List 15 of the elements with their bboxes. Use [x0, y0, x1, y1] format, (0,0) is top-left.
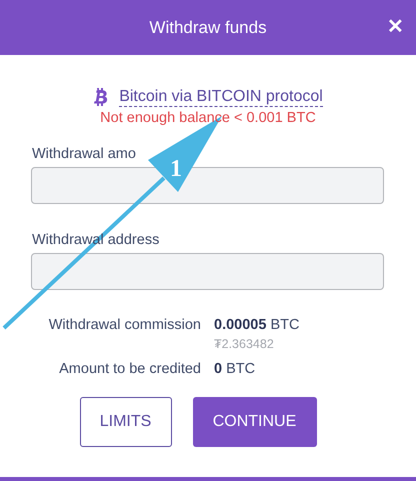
- annotation-number: 1: [170, 156, 182, 182]
- summary-label: Withdrawal commission: [48, 317, 201, 335]
- window-title: Withdraw funds: [149, 18, 267, 38]
- summary-value: 0 BTC: [214, 361, 256, 377]
- input-field[interactable]: [31, 253, 384, 290]
- field-label: Withdrawal amo: [32, 146, 136, 162]
- summary-value: 0.00005 BTC: [214, 317, 300, 333]
- protocol-link[interactable]: Bitcoin via BITCOIN protocol: [119, 87, 323, 107]
- close-button[interactable]: ✕: [383, 14, 408, 39]
- converted-value: ₮2.363482: [214, 337, 275, 351]
- continue-button[interactable]: CONTINUE: [192, 397, 316, 447]
- error-message: Not enough balance < 0.001 BTC: [100, 110, 316, 126]
- limits-button[interactable]: LIMITS: [80, 397, 172, 447]
- summary-label: Amount to be credited: [58, 361, 201, 377]
- bitcoin-icon: [93, 87, 110, 107]
